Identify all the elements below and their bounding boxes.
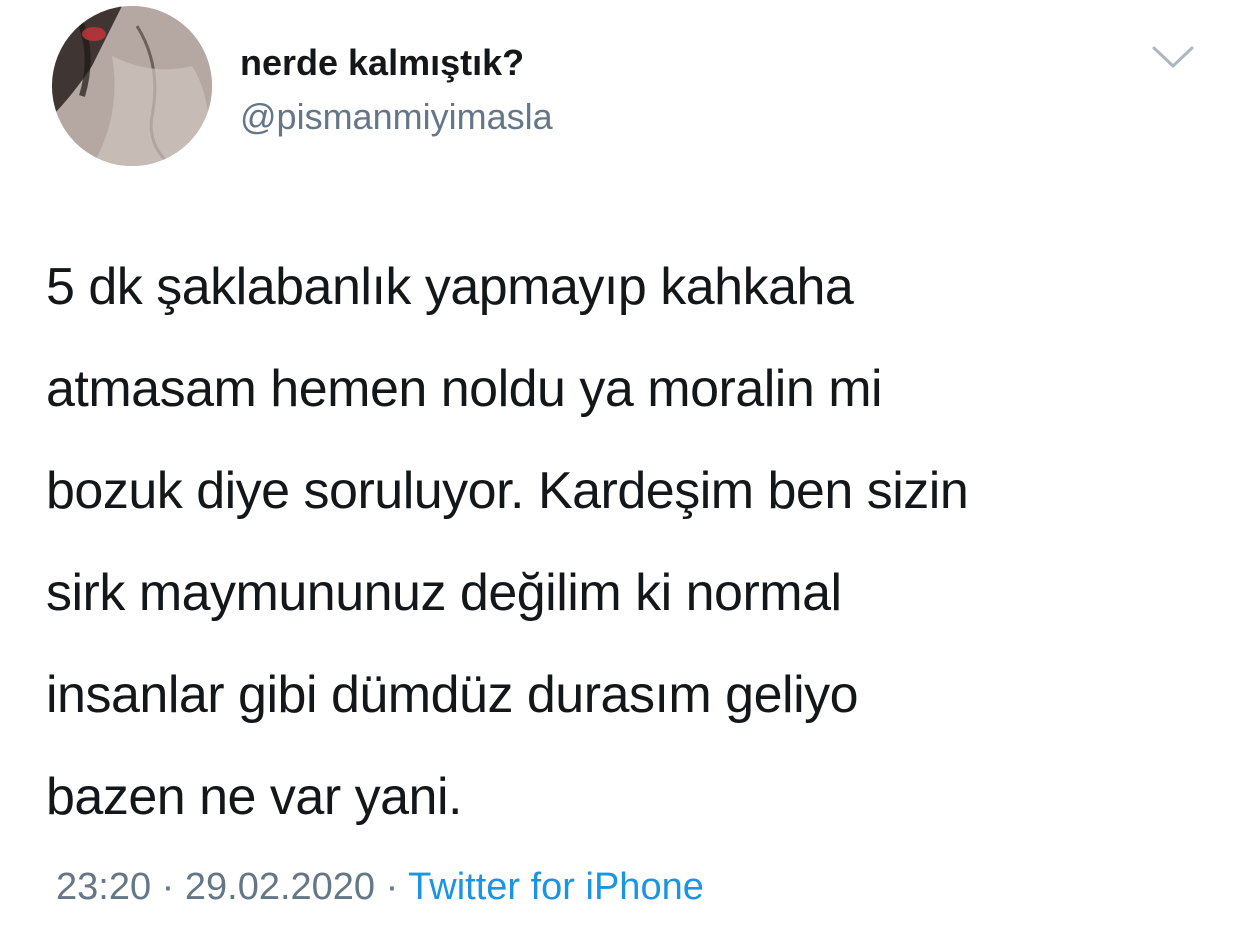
tweet-text-line: sirk maymununuz değilim ki normal xyxy=(46,564,842,622)
tweet-text-line: bazen ne var yani. xyxy=(46,768,462,826)
avatar[interactable] xyxy=(52,6,212,166)
tweet-source-link[interactable]: Twitter for iPhone xyxy=(408,866,704,908)
meta-separator: · xyxy=(385,866,399,908)
tweet-text-line: insanlar gibi dümdüz durasım geliyo xyxy=(46,666,859,724)
tweet-time[interactable]: 23:20 xyxy=(56,866,151,908)
tweet-text-line: bozuk diye soruluyor. Kardeşim ben sizin xyxy=(46,462,969,520)
avatar-image xyxy=(52,6,212,166)
tweet-card: nerde kalmıştık? @pismanmiyimasla 5 dk ş… xyxy=(0,0,1242,941)
tweet-metadata: 23:20 · 29.02.2020 · Twitter for iPhone xyxy=(56,866,704,909)
tweet-date[interactable]: 29.02.2020 xyxy=(185,866,375,908)
display-name[interactable]: nerde kalmıştık? xyxy=(240,42,524,84)
user-handle[interactable]: @pismanmiyimasla xyxy=(240,96,553,138)
tweet-text-line: 5 dk şaklabanlık yapmayıp kahkaha xyxy=(46,258,854,316)
chevron-down-icon[interactable] xyxy=(1150,40,1196,74)
tweet-text-line: atmasam hemen noldu ya moralin mi xyxy=(46,360,883,418)
tweet-text: 5 dk şaklabanlık yapmayıp kahkaha atmasa… xyxy=(46,236,1216,848)
meta-separator: · xyxy=(161,866,175,908)
